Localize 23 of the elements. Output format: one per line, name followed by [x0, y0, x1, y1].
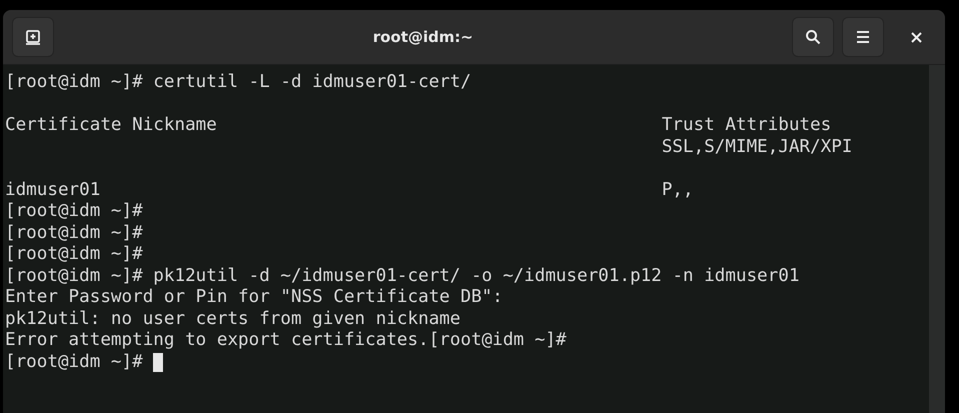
terminal-line: [root@idm ~]# pk12util -d ~/idmuser01-cert/ -o ~/idmuser01.p12 -n idmuser01 [5, 266, 800, 286]
terminal-line: [root@idm ~]# [5, 201, 143, 221]
search-icon [805, 29, 821, 45]
terminal-cell: Trust Attributes [662, 115, 832, 135]
terminal-line: Enter Password or Pin for "NSS Certificate DB": [5, 287, 503, 307]
new-tab-button[interactable] [12, 17, 54, 57]
terminal-cell: Certificate Nickname [5, 115, 217, 135]
terminal-line: [root@idm ~]# certutil -L -d idmuser01-cert/ [5, 72, 472, 92]
terminal-line: [root@idm ~]# [5, 222, 143, 242]
terminal-line: pk12util: no user certs from given nickname [5, 308, 460, 328]
new-tab-icon [25, 29, 41, 45]
terminal-line: Error attempting to export certificates.[root@idm ~]# [5, 330, 566, 350]
terminal-cell: idmuser01 [5, 180, 100, 200]
search-button[interactable] [792, 17, 834, 57]
terminal-cell: SSL,S/MIME,JAR/XPI [662, 136, 852, 156]
terminal-line: [root@idm ~]# [5, 244, 143, 264]
menu-icon [855, 30, 871, 44]
terminal-prompt: [root@idm ~]# [5, 352, 143, 373]
terminal-cell: P,, [662, 180, 694, 200]
scrollbar[interactable] [929, 65, 945, 413]
close-icon [910, 32, 922, 42]
window-title: root@idm:~ [372, 26, 474, 48]
menu-button[interactable] [842, 17, 884, 57]
